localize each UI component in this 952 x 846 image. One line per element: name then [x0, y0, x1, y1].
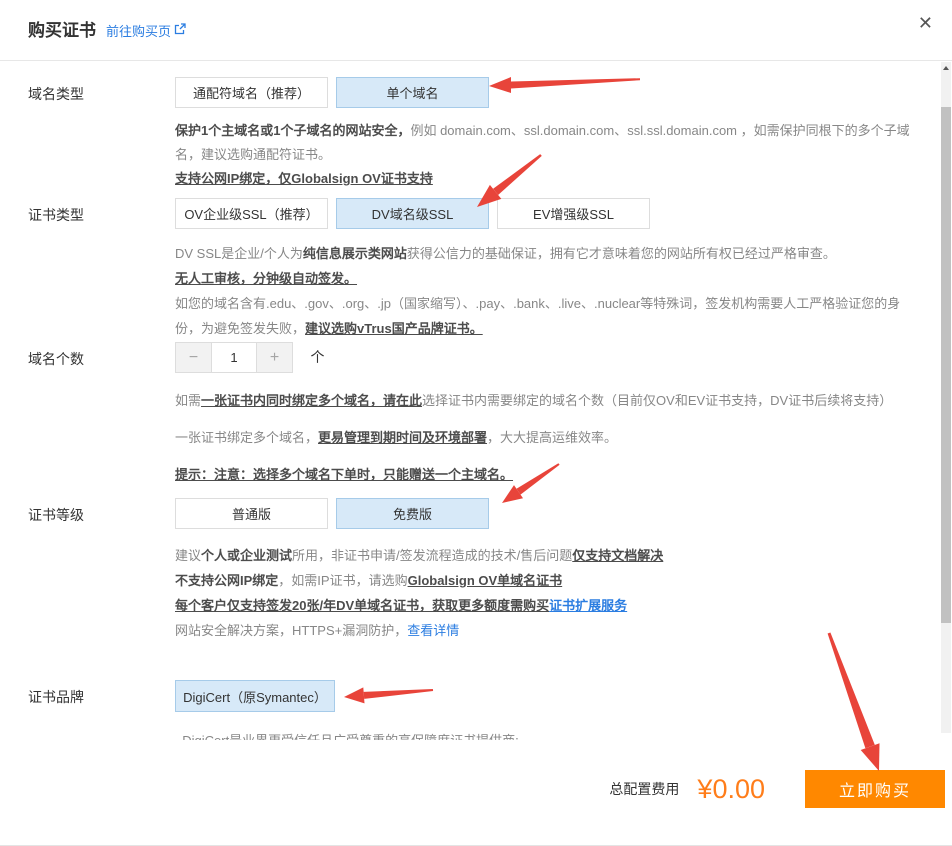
cert-extension-service-link[interactable]: 证书扩展服务 — [549, 598, 627, 613]
cert-type-desc-1: DV SSL是企业/个人为纯信息展示类网站获得公信力的基础保证，拥有它才意味着您… — [175, 241, 916, 266]
cert-level-desc-3: 每个客户仅支持签发20张/年DV单域名证书，获取更多额度需购买证书扩展服务 — [175, 593, 916, 618]
option-wildcard-domain[interactable]: 通配符域名（推荐） — [175, 77, 328, 108]
domain-count-stepper: − + — [175, 342, 293, 373]
scrollbar-up-arrow-icon — [943, 66, 949, 70]
dialog-header: 购买证书 前往购买页 ✕ — [0, 0, 952, 61]
close-icon[interactable]: ✕ — [918, 14, 933, 32]
cert-type-desc-3: 如您的域名含有.edu、.gov、.org、.jp（国家缩写）、.pay、.ba… — [175, 291, 916, 341]
cert-type-desc-2: 无人工审核，分钟级自动签发。 — [175, 266, 916, 291]
external-link-icon — [174, 23, 186, 38]
buy-now-button[interactable]: 立即购买 — [805, 770, 945, 808]
scrollbar-up-button[interactable] — [941, 62, 951, 74]
option-single-domain[interactable]: 单个域名 — [336, 77, 489, 108]
section-domain-count: 域名个数 − + 个 如需一张证书内同时绑定多个域名，请在此选择证书内需要绑定的… — [28, 342, 916, 487]
option-ev-ssl[interactable]: EV增强级SSL — [497, 198, 650, 229]
domain-count-desc-2: 一张证书绑定多个域名，更易管理到期时间及环境部署，大大提高运维效率。 — [175, 426, 916, 450]
option-free-edition[interactable]: 免费版 — [336, 498, 489, 529]
option-brand-digicert[interactable]: DigiCert（原Symantec） — [175, 680, 335, 712]
scrollbar[interactable] — [941, 62, 951, 733]
buy-certificate-dialog: 购买证书 前往购买页 ✕ 域名类型 通配符域名（推荐） 单个域名 保护 — [0, 0, 952, 846]
domain-count-desc-1: 如需一张证书内同时绑定多个域名，请在此选择证书内需要绑定的域名个数（目前仅OV和… — [175, 389, 916, 413]
option-dv-ssl[interactable]: DV域名级SSL — [336, 198, 489, 229]
cert-type-label: 证书类型 — [28, 198, 175, 341]
stepper-plus-button[interactable]: + — [257, 343, 292, 372]
dialog-title: 购买证书 — [28, 16, 96, 41]
dialog-footer: 总配置费用 ¥0.00 立即购买 — [0, 740, 952, 845]
scrollbar-thumb[interactable] — [941, 107, 951, 623]
section-cert-type: 证书类型 OV企业级SSL（推荐） DV域名级SSL EV增强级SSL DV S… — [28, 198, 916, 341]
domain-count-label: 域名个数 — [28, 342, 175, 487]
total-price-value: ¥0.00 — [697, 774, 765, 805]
go-to-purchase-page-link[interactable]: 前往购买页 — [106, 21, 186, 40]
cert-level-desc-2: 不支持公网IP绑定，如需IP证书，请选购Globalsign OV单域名证书 — [175, 568, 916, 593]
stepper-value-input[interactable] — [211, 343, 257, 372]
cert-level-label: 证书等级 — [28, 498, 175, 643]
domain-type-label: 域名类型 — [28, 77, 175, 191]
option-ov-ssl[interactable]: OV企业级SSL（推荐） — [175, 198, 328, 229]
view-details-link[interactable]: 查看详情 — [407, 623, 459, 638]
cert-level-desc-4: 网站安全解决方案，HTTPS+漏洞防护，查看详情 — [175, 618, 916, 643]
domain-type-desc-2: 支持公网IP绑定，仅Globalsign OV证书支持 — [175, 167, 916, 191]
domain-type-desc-1: 保护1个主域名或1个子域名的网站安全，例如 domain.com、ssl.dom… — [175, 119, 916, 167]
stepper-unit-label: 个 — [310, 342, 324, 373]
dialog-content: 域名类型 通配符域名（推荐） 单个域名 保护1个主域名或1个子域名的网站安全，例… — [0, 62, 952, 734]
cert-level-desc-1: 建议个人或企业测试所用，非证书申请/签发流程造成的技术/售后问题仅支持文档解决 — [175, 543, 916, 568]
domain-count-desc-3: 提示：注意：选择多个域名下单时，只能赠送一个主域名。 — [175, 463, 916, 487]
stepper-minus-button[interactable]: − — [176, 343, 211, 372]
total-cost-label: 总配置费用 — [609, 779, 679, 799]
section-domain-type: 域名类型 通配符域名（推荐） 单个域名 保护1个主域名或1个子域名的网站安全，例… — [28, 77, 916, 191]
option-standard-edition[interactable]: 普通版 — [175, 498, 328, 529]
go-to-purchase-page-label: 前往购买页 — [106, 21, 171, 40]
section-cert-level: 证书等级 普通版 免费版 建议个人或企业测试所用，非证书申请/签发流程造成的技术… — [28, 498, 916, 643]
